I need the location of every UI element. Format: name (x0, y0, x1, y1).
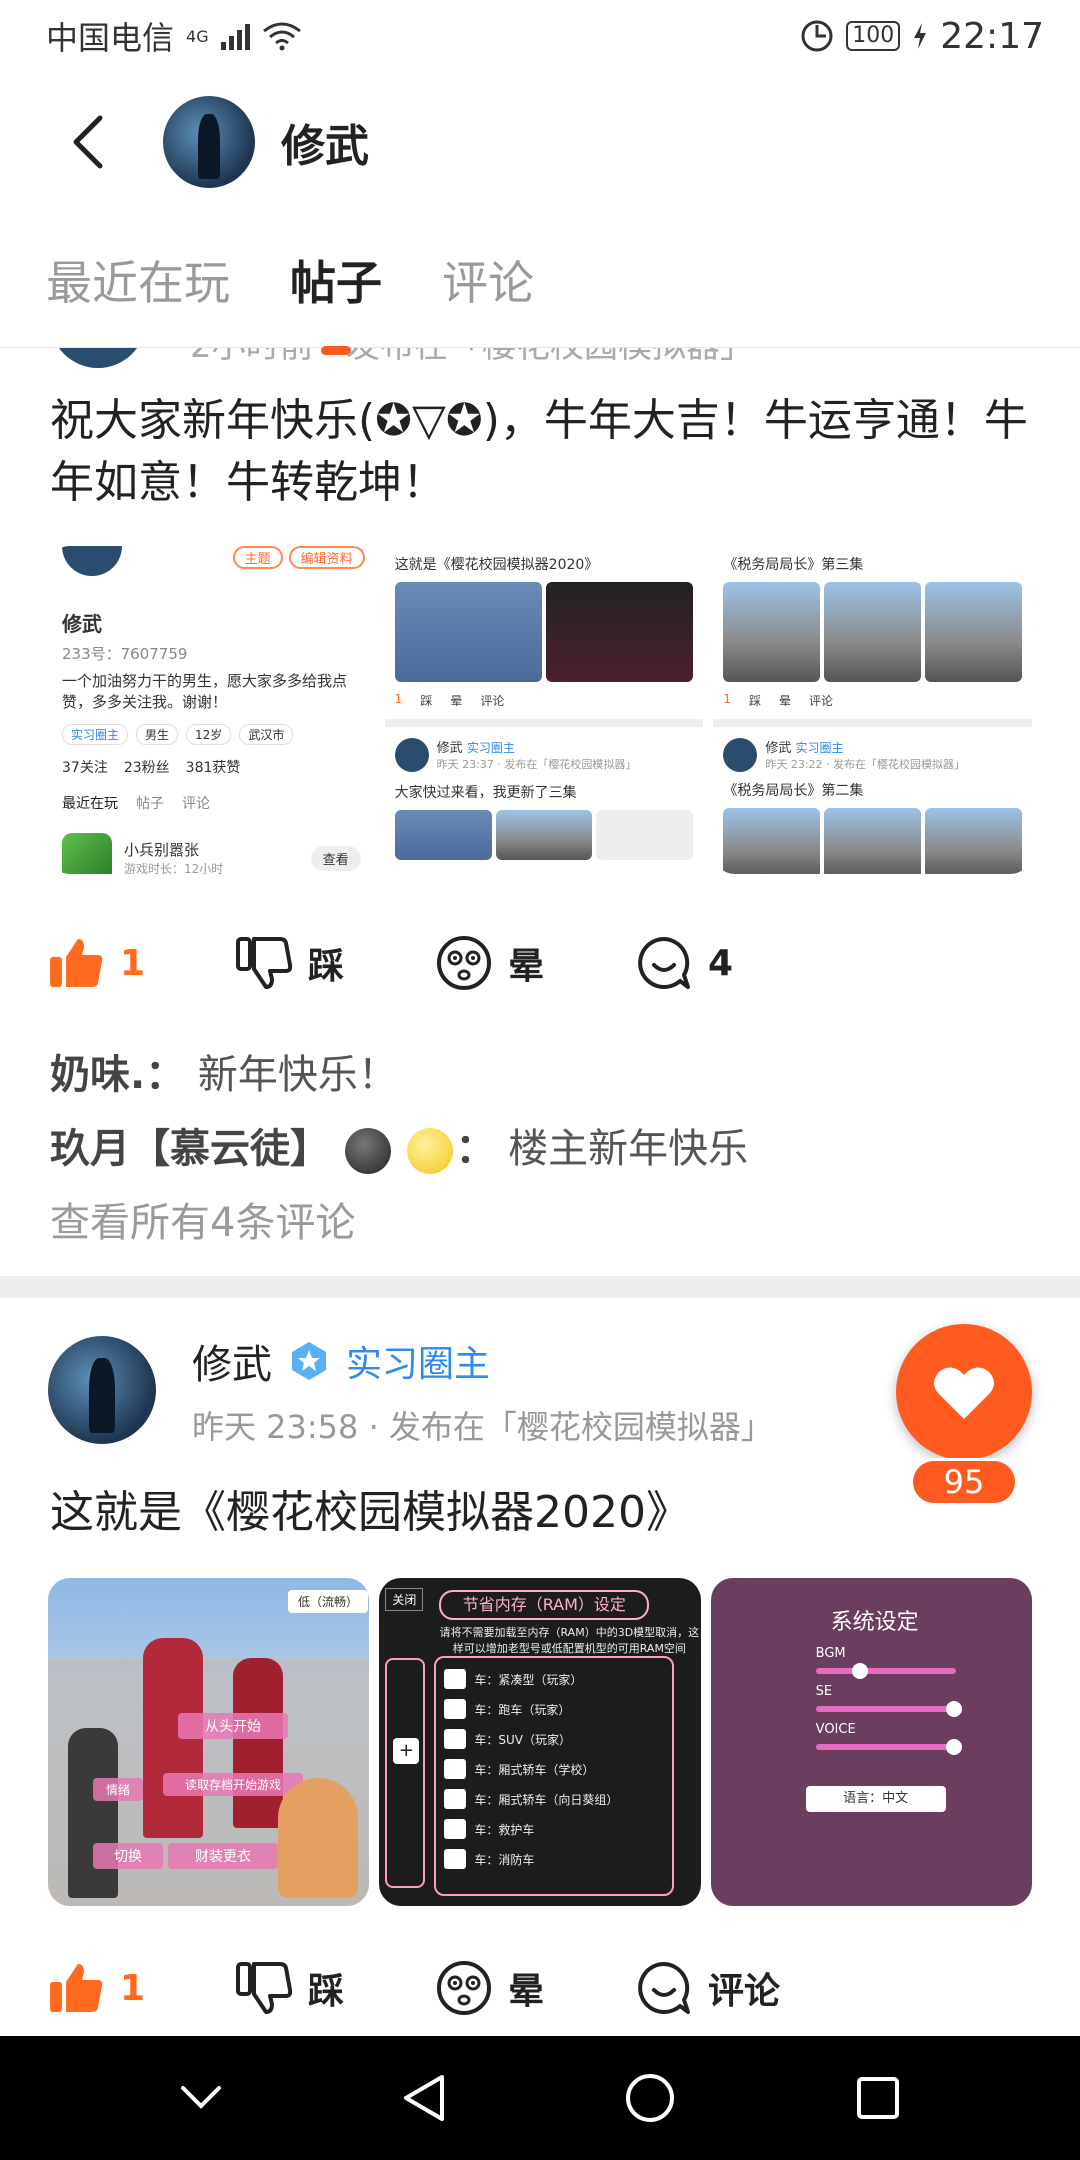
post-image[interactable]: 关闭 + 节省内存（RAM）设定 请将不需要加载至内存（RAM）中的3D模型取消… (379, 1578, 701, 1906)
comment-bubble-icon (638, 937, 690, 989)
post-images: 主题 编辑资料 修武 233号：7607759 一个加油努力干的男生，愿大家多多… (48, 546, 1033, 874)
charging-icon (914, 23, 927, 49)
chevron-down-icon[interactable] (179, 2084, 223, 2112)
wifi-icon (262, 22, 301, 51)
carrier-label: 中国电信 (46, 19, 175, 57)
dark-face-emoji-icon (344, 1128, 391, 1174)
view-all-comments-link[interactable]: 查看所有4条评论 (50, 1186, 1030, 1260)
dizzy-face-icon (437, 936, 491, 990)
author-name[interactable]: 修武 (192, 1332, 272, 1390)
like-button[interactable]: 1 (48, 1962, 248, 2014)
battery-indicator: 100 (846, 21, 901, 51)
profile-tabs: 最近在玩 帖子 评论 (0, 212, 1080, 348)
post-image[interactable]: 系统设定 BGM SE VOICE 语言：中文 (710, 1578, 1032, 1906)
floating-like-count: 95 (910, 1458, 1018, 1506)
author-role-badge: 实习圈主 (346, 1344, 491, 1385)
thumbs-down-icon (236, 937, 292, 989)
post-meta: 昨天 23:58 · 发布在「樱花校园模拟器」 (192, 1408, 773, 1446)
post-image[interactable]: 主题 编辑资料 修武 233号：7607759 一个加油努力干的男生，愿大家多多… (48, 546, 375, 874)
status-bar: 中国电信 4G 100 22:17 (0, 0, 1080, 72)
heart-icon (934, 1367, 994, 1419)
avatar (50, 348, 146, 368)
post-divider (0, 1276, 1080, 1298)
author-avatar[interactable] (48, 1336, 156, 1444)
avatar[interactable] (163, 96, 255, 188)
dislike-button[interactable]: 踩 (236, 1962, 436, 2014)
dizzy-face-icon (437, 1961, 491, 2015)
clock: 22:17 (940, 15, 1044, 57)
signal-icon (220, 22, 250, 50)
back-arrow-icon (73, 115, 103, 169)
comment-item[interactable]: 奶味.： 新年快乐！ (50, 1038, 1030, 1112)
tab-recently-played[interactable]: 最近在玩 (46, 247, 230, 313)
tab-posts[interactable]: 帖子 (290, 247, 382, 313)
like-button[interactable]: 1 (48, 937, 248, 989)
post-images: 低（流畅） 从头开始 读取存档开始游戏 情绪 切换 财装更衣 关闭 + 节省内存… (48, 1578, 1032, 1906)
data-saver-icon (801, 20, 833, 52)
comment-preview[interactable]: 奶味.： 新年快乐！ 玖月【慕云徒】 ： 楼主新年快乐 查看所有4条评论 (50, 1038, 1030, 1260)
comment-item[interactable]: 玖月【慕云徒】 ： 楼主新年快乐 (50, 1112, 1030, 1186)
comment-button[interactable]: 评论 (636, 1960, 836, 2016)
post-image[interactable]: 《税务局局长》第三集 1 踩 晕 评论 修武 实习圈主 昨天 23:22 · 发… (713, 546, 1033, 874)
post-meta-peek: 2小时前 · 发布在「樱花校园模拟器」 (0, 348, 1080, 378)
recents-square-icon[interactable] (855, 2075, 901, 2121)
smile-emoji-icon (407, 1128, 454, 1174)
back-button[interactable] (58, 112, 118, 172)
floating-like-button[interactable] (896, 1324, 1032, 1460)
system-nav-bar (0, 2036, 1080, 2160)
thumbs-down-icon (236, 1962, 292, 2014)
profile-header: 修武 (0, 72, 1080, 212)
post-actions: 1 踩 晕 4 (48, 923, 1032, 1003)
page-title: 修武 (281, 121, 369, 172)
post-text[interactable]: 这就是《樱花校园模拟器2020》 (50, 1482, 690, 1544)
post-actions: 1 踩 晕 评论 (48, 1948, 1032, 2028)
thumbs-up-icon (50, 1964, 103, 2012)
home-circle-icon[interactable] (624, 2072, 676, 2124)
dizzy-button[interactable]: 晕 (436, 935, 636, 991)
post-image[interactable]: 低（流畅） 从头开始 读取存档开始游戏 情绪 切换 财装更衣 (48, 1578, 370, 1906)
back-triangle-icon[interactable] (402, 2073, 446, 2123)
verified-star-icon (288, 1340, 330, 1382)
post-image[interactable]: 这就是《樱花校园模拟器2020》 1 踩 晕 评论 修武 实习圈主 昨天 23:… (384, 546, 704, 874)
tab-comments[interactable]: 评论 (442, 247, 534, 313)
post-text[interactable]: 祝大家新年快乐(✪▽✪)，牛年大吉！牛运亨通！牛年如意！牛转乾坤！ (50, 390, 1030, 514)
dizzy-button[interactable]: 晕 (436, 1960, 636, 2016)
dislike-button[interactable]: 踩 (236, 937, 436, 989)
post-feed[interactable]: 2小时前 · 发布在「樱花校园模拟器」 祝大家新年快乐(✪▽✪)，牛年大吉！牛运… (0, 348, 1080, 2036)
comment-bubble-icon (638, 1962, 690, 2014)
comment-button[interactable]: 4 (636, 935, 836, 991)
thumbs-up-icon (50, 939, 103, 987)
network-label: 4G (186, 26, 209, 46)
